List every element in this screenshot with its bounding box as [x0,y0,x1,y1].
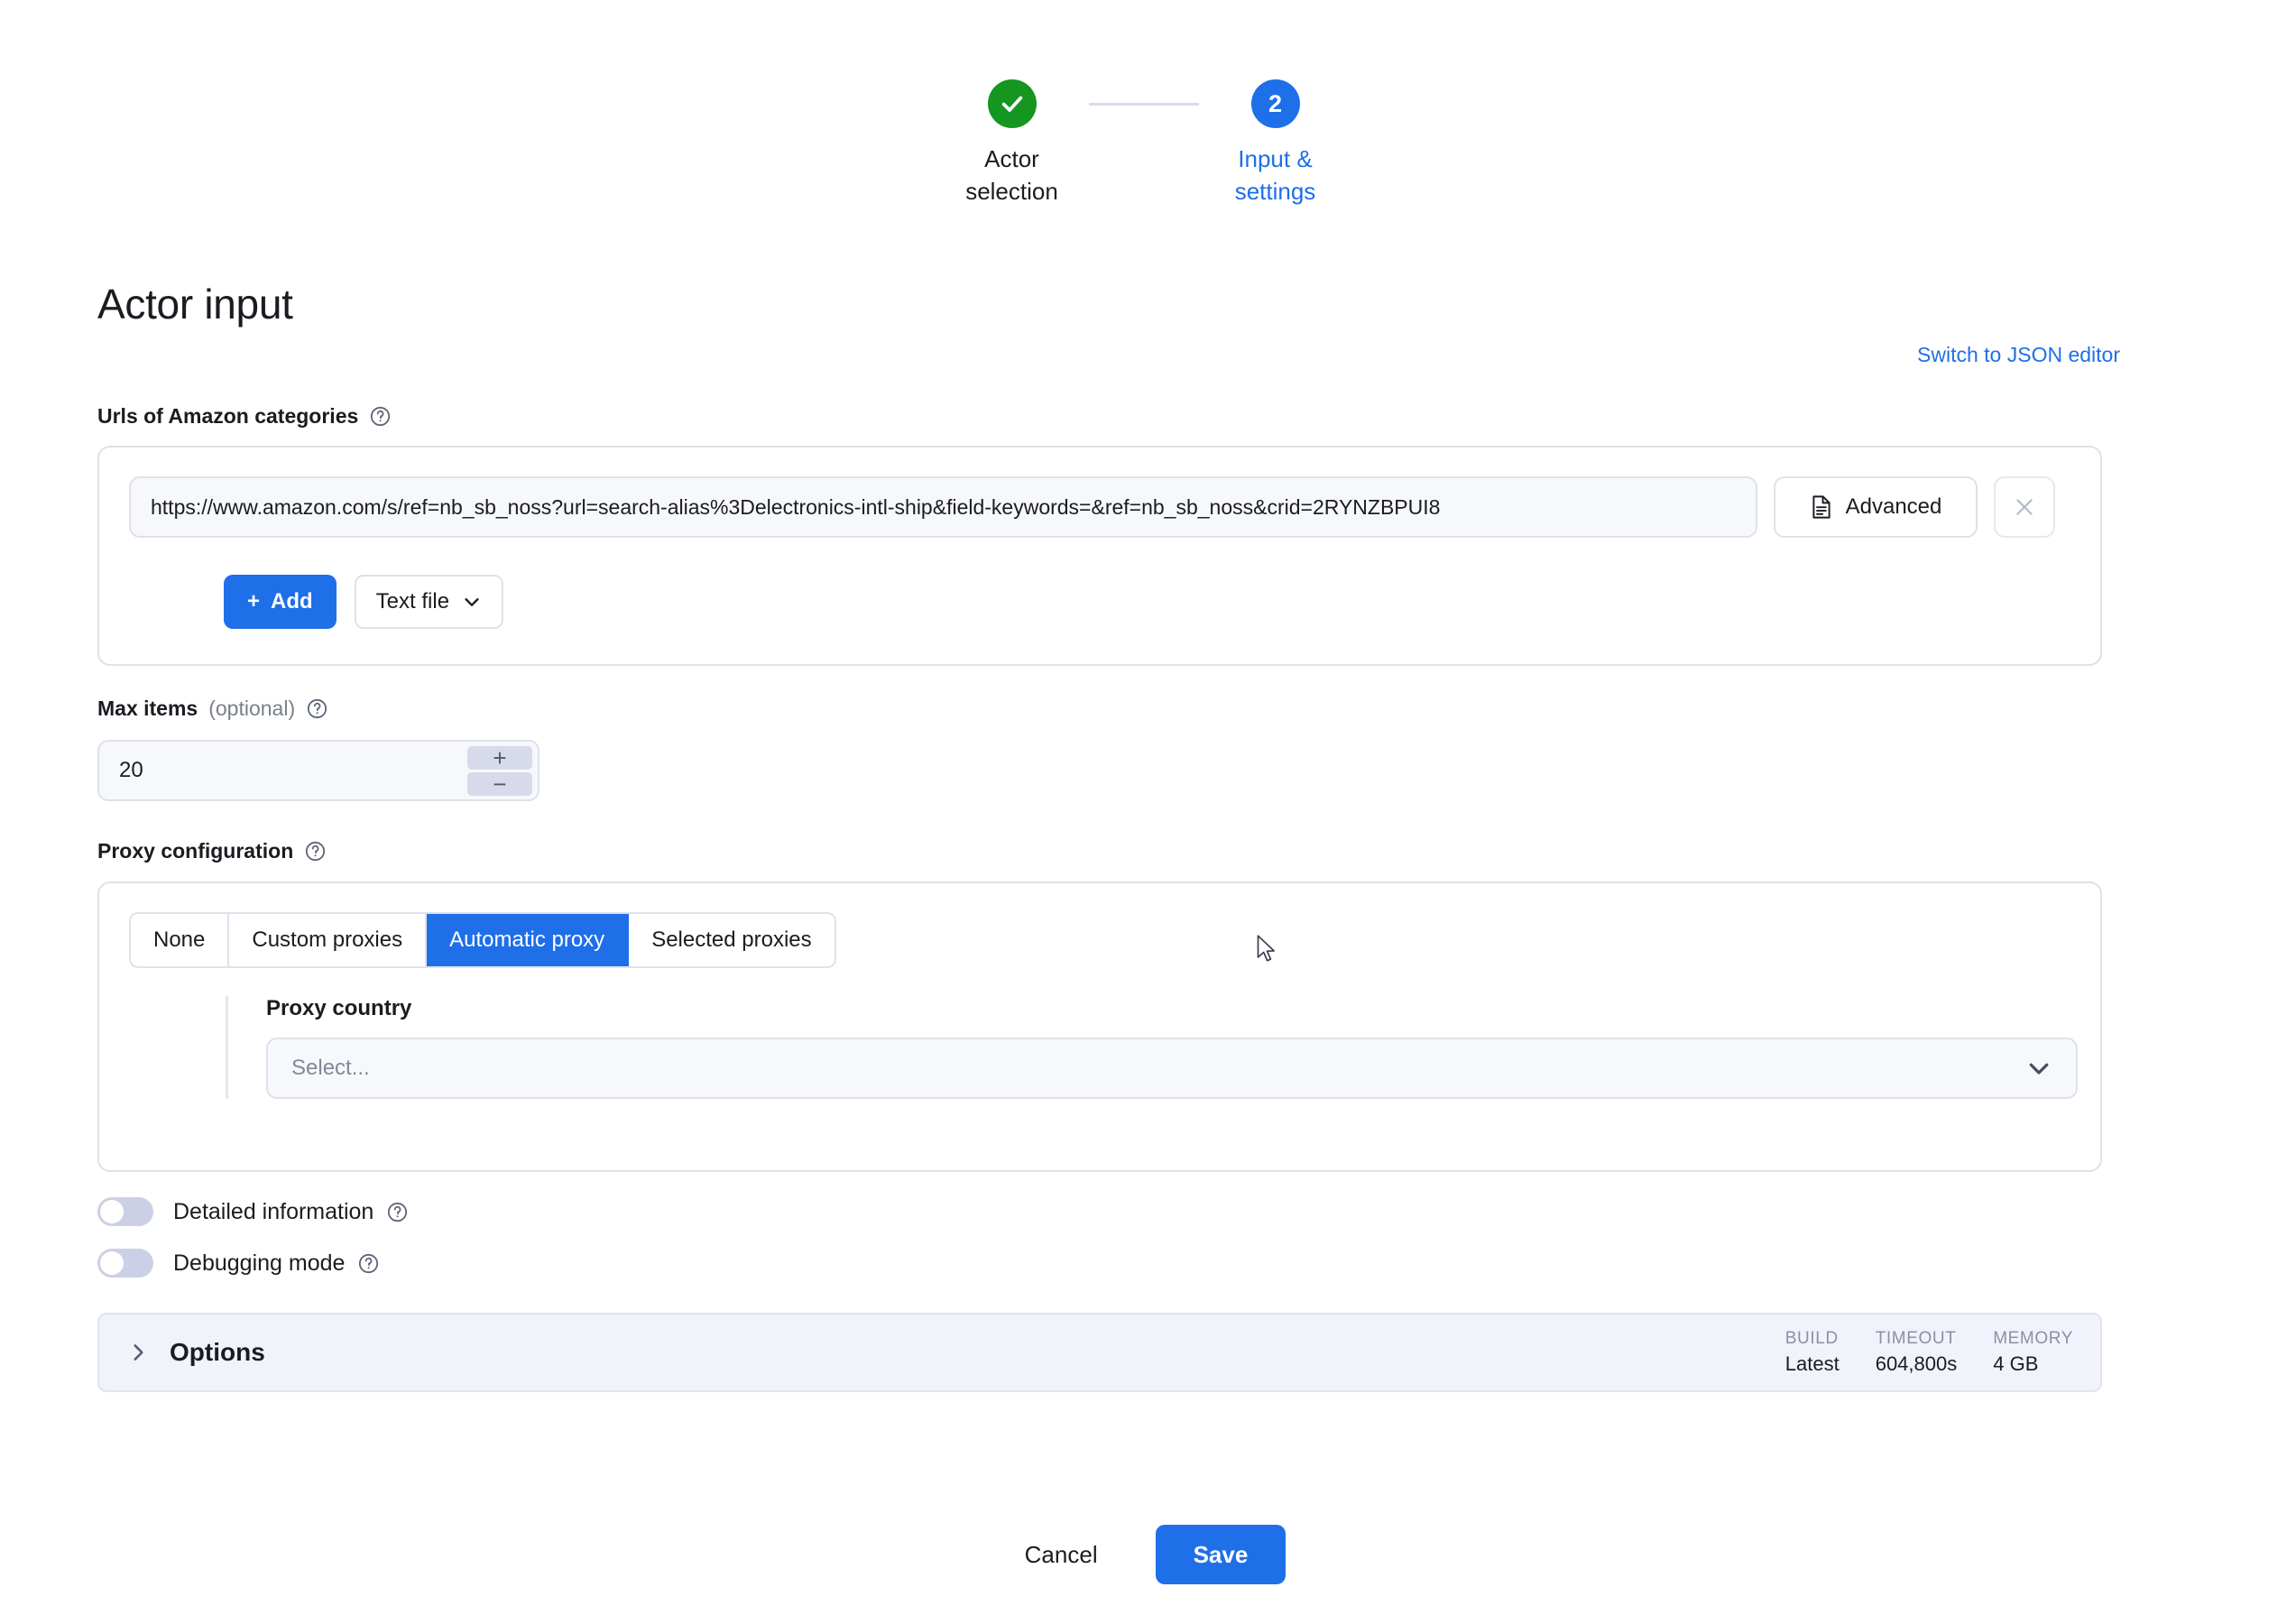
options-title: Options [170,1338,265,1366]
proxy-configuration-container: None Custom proxies Automatic proxy Sele… [97,881,2102,1172]
advanced-button[interactable]: Advanced [1774,476,1978,538]
step-2-label-line1: Input & [1238,145,1313,172]
plus-icon: + [247,589,261,614]
close-icon [2016,499,2033,515]
advanced-button-label: Advanced [1845,494,1942,519]
meta-build-value: Latest [1784,1352,1840,1375]
max-items-input[interactable]: 20 [99,758,143,783]
increment-button[interactable]: + [467,746,532,770]
step-1-label: Actor selection [965,143,1058,208]
proxy-configuration-label: Proxy configuration [97,839,327,863]
step-2-badge: 2 [1250,79,1300,128]
help-icon[interactable] [304,840,327,863]
help-icon[interactable] [369,405,392,428]
number-stepper: + − [467,746,532,796]
proxy-country-select[interactable]: Select... [266,1038,2078,1099]
toggle-knob [100,1251,124,1275]
debugging-mode-label: Debugging mode [173,1250,380,1277]
proxy-country-section: Proxy country Select... [226,996,2078,1099]
options-accordion[interactable]: Options BUILD Latest TIMEOUT 604,800s ME… [97,1313,2102,1392]
debugging-mode-label-text: Debugging mode [173,1250,346,1276]
cancel-button[interactable]: Cancel [1001,1527,1121,1583]
check-icon [1001,96,1022,112]
chevron-right-icon [134,1344,143,1361]
step-2-label: Input & settings [1235,143,1316,208]
tab-custom-proxies[interactable]: Custom proxies [229,914,428,966]
document-icon [1812,495,1831,519]
decrement-button[interactable]: − [467,772,532,796]
help-icon[interactable] [306,697,328,720]
tab-none[interactable]: None [131,914,230,966]
proxy-configuration-label-text: Proxy configuration [97,839,294,863]
detailed-information-label-text: Detailed information [173,1198,374,1224]
max-items-optional-text: (optional) [208,697,296,720]
save-button[interactable]: Save [1155,1525,1286,1584]
urls-field-label: Urls of Amazon categories [97,404,392,429]
step-1-label-line1: Actor [984,145,1039,172]
proxy-mode-tabs: None Custom proxies Automatic proxy Sele… [129,912,836,968]
progress-stepper: Actor selection 2 Input & settings [0,79,2287,208]
debugging-mode-row: Debugging mode [97,1249,380,1278]
add-button-label: Add [271,589,313,614]
max-items-input-wrapper: 20 + − [97,740,539,801]
meta-memory-key: MEMORY [1993,1329,2073,1348]
chevron-down-icon [465,598,479,606]
toggle-knob [100,1200,124,1223]
urls-input-container: https://www.amazon.com/s/ref=nb_sb_noss?… [97,446,2102,666]
add-url-row: + Add Text file [224,575,504,629]
help-icon[interactable] [357,1252,380,1275]
detailed-information-toggle[interactable] [97,1197,153,1226]
add-button[interactable]: + Add [224,575,337,629]
step-1-label-line2: selection [965,178,1058,205]
clear-url-button[interactable] [1994,476,2055,538]
source-type-label: Text file [375,589,450,614]
meta-build: BUILD Latest [1749,1329,1840,1376]
detailed-information-row: Detailed information [97,1197,409,1226]
help-icon[interactable] [386,1201,409,1223]
footer-actions: Cancel Save [0,1525,2287,1584]
tab-automatic-proxy[interactable]: Automatic proxy [427,914,630,966]
meta-timeout-key: TIMEOUT [1875,1329,1957,1348]
url-entry-row: https://www.amazon.com/s/ref=nb_sb_noss?… [129,476,2055,538]
stepper-connector [1088,103,1199,106]
step-actor-selection[interactable]: Actor selection [936,79,1089,208]
meta-timeout-value: 604,800s [1875,1352,1958,1375]
urls-field-label-text: Urls of Amazon categories [97,404,359,428]
options-meta: BUILD Latest TIMEOUT 604,800s MEMORY 4 G… [1749,1329,2073,1376]
chevron-down-icon [2029,1063,2049,1075]
max-items-label-text: Max items [97,697,198,720]
options-accordion-header: Options [126,1338,265,1367]
max-items-label: Max items (optional) [97,697,328,721]
step-input-settings[interactable]: 2 Input & settings [1199,79,1352,208]
step-2-label-line2: settings [1234,178,1316,205]
detailed-information-label: Detailed information [173,1199,409,1225]
proxy-country-placeholder: Select... [291,1056,370,1080]
step-1-badge [987,79,1037,128]
meta-memory: MEMORY 4 GB [1957,1329,2073,1376]
page-title: Actor input [97,281,293,328]
url-input[interactable]: https://www.amazon.com/s/ref=nb_sb_noss?… [129,476,1757,538]
meta-build-key: BUILD [1784,1329,1839,1348]
meta-timeout: TIMEOUT 604,800s [1840,1329,1958,1376]
switch-to-json-editor-link[interactable]: Switch to JSON editor [1917,343,2120,367]
tab-selected-proxies[interactable]: Selected proxies [629,914,835,966]
source-type-dropdown[interactable]: Text file [354,575,504,629]
debugging-mode-toggle[interactable] [97,1249,153,1278]
meta-memory-value: 4 GB [1993,1352,2039,1375]
proxy-country-label: Proxy country [266,996,412,1020]
